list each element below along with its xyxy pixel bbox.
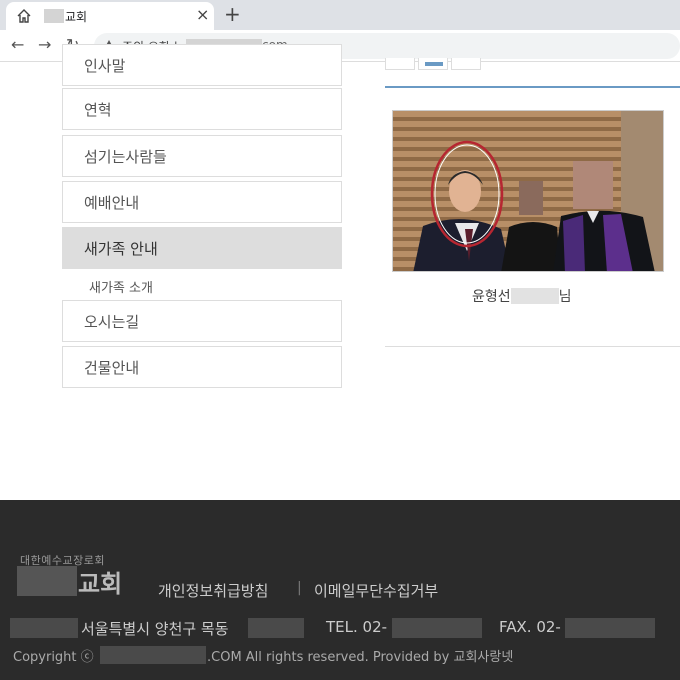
sidebar-item-history[interactable]: 연혁 bbox=[62, 88, 342, 130]
caption-honorific: 님 bbox=[558, 289, 572, 305]
redacted-caption-text bbox=[510, 288, 559, 304]
sidebar-item-directions[interactable]: 오시는길 bbox=[62, 300, 342, 342]
view-toggle-button[interactable] bbox=[418, 58, 448, 70]
footer-copyright-row: Copyright ⓒ .COM All rights reserved. Pr… bbox=[0, 646, 680, 666]
copyright-text: .COM All rights reserved. Provided by 교회… bbox=[207, 650, 514, 665]
redacted-address-prefix bbox=[10, 618, 78, 638]
view-toggle-button[interactable] bbox=[385, 58, 415, 70]
tab-title: 교회 bbox=[65, 10, 88, 24]
email-refusal-link[interactable]: 이메일무단수집거부 bbox=[314, 580, 438, 601]
newcomer-photo[interactable] bbox=[392, 110, 664, 272]
redacted-tel-number bbox=[392, 618, 482, 638]
footer-logo[interactable]: 교회 bbox=[78, 564, 122, 599]
privacy-policy-link[interactable]: 개인정보취급방침 bbox=[158, 580, 268, 601]
content-divider bbox=[385, 346, 680, 347]
sidebar-item-greeting[interactable]: 인사말 bbox=[62, 44, 342, 86]
close-icon[interactable]: × bbox=[196, 7, 209, 23]
new-tab-icon[interactable]: + bbox=[224, 3, 241, 25]
redacted-domain bbox=[100, 646, 206, 664]
photo-caption: 윤형선 님 bbox=[472, 286, 572, 306]
sidebar-item-staff[interactable]: 섬기는사람들 bbox=[62, 135, 342, 177]
footer-tel: TEL. 02- bbox=[326, 618, 388, 636]
sidebar-subitem-newcomer-intro[interactable]: 새가족 소개 bbox=[89, 277, 153, 296]
footer-address: 서울특별시 양천구 목동 bbox=[81, 620, 229, 638]
grid-icon bbox=[425, 62, 443, 66]
redacted-tab-text bbox=[44, 9, 64, 23]
footer-contact-row: 서울특별시 양천구 목동 TEL. 02- FAX. 02- bbox=[0, 618, 680, 638]
back-icon[interactable]: ← bbox=[11, 35, 24, 55]
browser-tab[interactable]: 교회 × bbox=[6, 2, 214, 30]
redacted-fax-number bbox=[565, 618, 655, 638]
view-toggle-button[interactable] bbox=[451, 58, 481, 70]
sidebar-item-newcomer[interactable]: 새가족 안내 bbox=[62, 227, 342, 269]
content-header-rule bbox=[385, 86, 680, 88]
browser-tab-bar: 교회 × + bbox=[0, 0, 680, 30]
footer-link-separator: | bbox=[297, 580, 302, 596]
caption-name: 윤형선 bbox=[472, 289, 511, 305]
site-footer: 대한예수교장로회 교회 개인정보취급방침 | 이메일무단수집거부 서울특별시 양… bbox=[0, 500, 680, 680]
sidebar-item-building[interactable]: 건물안내 bbox=[62, 346, 342, 388]
redacted-address-suffix bbox=[248, 618, 304, 638]
footer-fax: FAX. 02- bbox=[499, 618, 561, 636]
copyright-prefix: Copyright ⓒ bbox=[13, 650, 94, 665]
sidebar-item-worship[interactable]: 예배안내 bbox=[62, 181, 342, 223]
redacted-logo-text bbox=[17, 566, 77, 596]
forward-icon[interactable]: → bbox=[38, 35, 51, 55]
home-icon[interactable] bbox=[16, 8, 32, 28]
